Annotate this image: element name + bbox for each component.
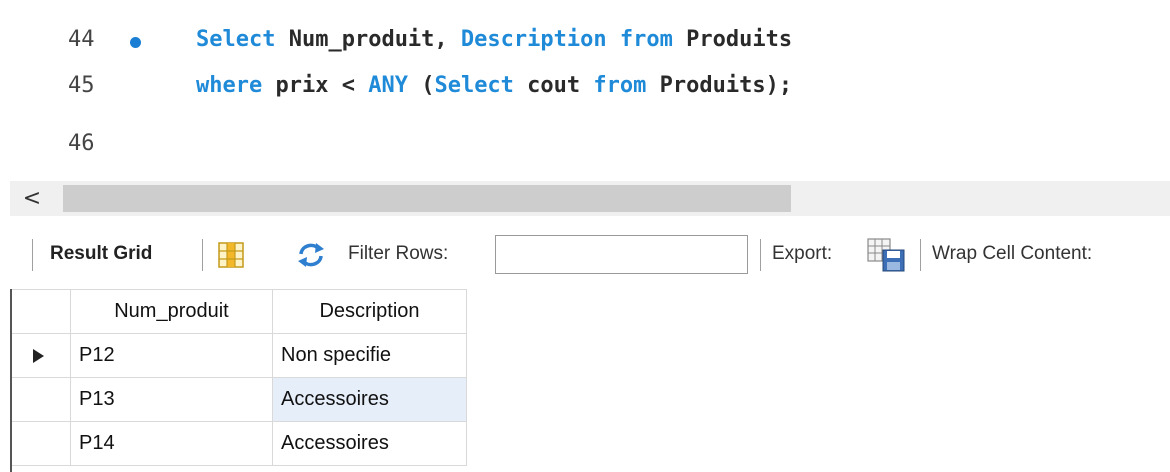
sql-editor[interactable]: 44 Select Num_produit, Description from … (10, 10, 1170, 171)
wrap-cell-content-label[interactable]: Wrap Cell Content: (932, 243, 1092, 265)
row-indicator-header (10, 289, 71, 334)
row-indicator[interactable] (10, 333, 71, 378)
table-row[interactable]: P13 Accessoires (10, 377, 467, 422)
sql-keyword: ANY (368, 73, 408, 98)
panel-border (10, 289, 12, 472)
table-cell[interactable]: P12 (70, 333, 273, 378)
line-number: 44 (68, 27, 95, 52)
sql-keyword: from (619, 27, 673, 52)
line-number: 45 (68, 73, 95, 98)
code-text[interactable]: where prix < ANY (Select cout from Produ… (196, 73, 792, 98)
table-cell[interactable]: P14 (70, 421, 273, 466)
filter-rows-label: Filter Rows: (348, 243, 449, 264)
execution-marker-icon (130, 37, 141, 48)
export-label: Export: (772, 243, 833, 264)
sql-text: cout (513, 73, 594, 98)
code-line: 46 (10, 131, 1170, 171)
sql-keyword: from (593, 73, 647, 98)
grid-layout-icon[interactable] (218, 242, 244, 268)
line-number: 46 (68, 131, 95, 156)
table-row[interactable]: P14 Accessoires (10, 421, 467, 466)
result-grid[interactable]: Num_produit Description P12 Non specifie… (10, 289, 467, 466)
sql-keyword: Description (460, 27, 607, 52)
sql-text: ( (407, 73, 435, 98)
toolbar-separator (32, 239, 33, 271)
scrollbar-thumb[interactable] (63, 185, 791, 212)
table-cell[interactable]: Accessoires (272, 421, 467, 466)
column-header[interactable]: Num_produit (70, 289, 273, 334)
sql-keyword: Select (196, 27, 276, 52)
current-row-arrow-icon (33, 348, 44, 363)
sql-text: Produits (672, 27, 793, 52)
toolbar-separator (202, 239, 203, 271)
toolbar-separator (760, 239, 761, 271)
grid-header-row: Num_produit Description (10, 289, 467, 334)
code-text[interactable]: Select Num_produit, Description from Pro… (196, 27, 792, 52)
table-cell[interactable]: Non specifie (272, 333, 467, 378)
code-line: 44 Select Num_produit, Description from … (10, 27, 1170, 67)
row-indicator[interactable] (10, 377, 71, 422)
refresh-icon[interactable] (296, 242, 326, 268)
filter-rows-input[interactable] (495, 235, 748, 274)
horizontal-scrollbar[interactable]: < (10, 181, 1170, 216)
row-indicator[interactable] (10, 421, 71, 466)
sql-text: Produits); (646, 73, 793, 98)
sql-keyword: where (196, 73, 263, 98)
scroll-left-arrow-icon[interactable]: < (10, 181, 54, 216)
result-grid-tab[interactable]: Result Grid (50, 243, 152, 265)
result-toolbar: Result Grid Filter Rows: Export: Wrap Ce… (10, 226, 1170, 284)
sql-text: prix < (262, 73, 369, 98)
sql-keyword: Select (434, 73, 514, 98)
column-header[interactable]: Description (272, 289, 467, 334)
table-cell[interactable]: P13 (70, 377, 273, 422)
code-line: 45 where prix < ANY (Select cout from Pr… (10, 73, 1170, 113)
table-row[interactable]: P12 Non specifie (10, 333, 467, 378)
toolbar-separator (920, 239, 921, 271)
table-cell[interactable]: Accessoires (272, 377, 467, 422)
export-icon[interactable] (867, 238, 905, 272)
sql-text: Num_produit, (275, 27, 461, 52)
